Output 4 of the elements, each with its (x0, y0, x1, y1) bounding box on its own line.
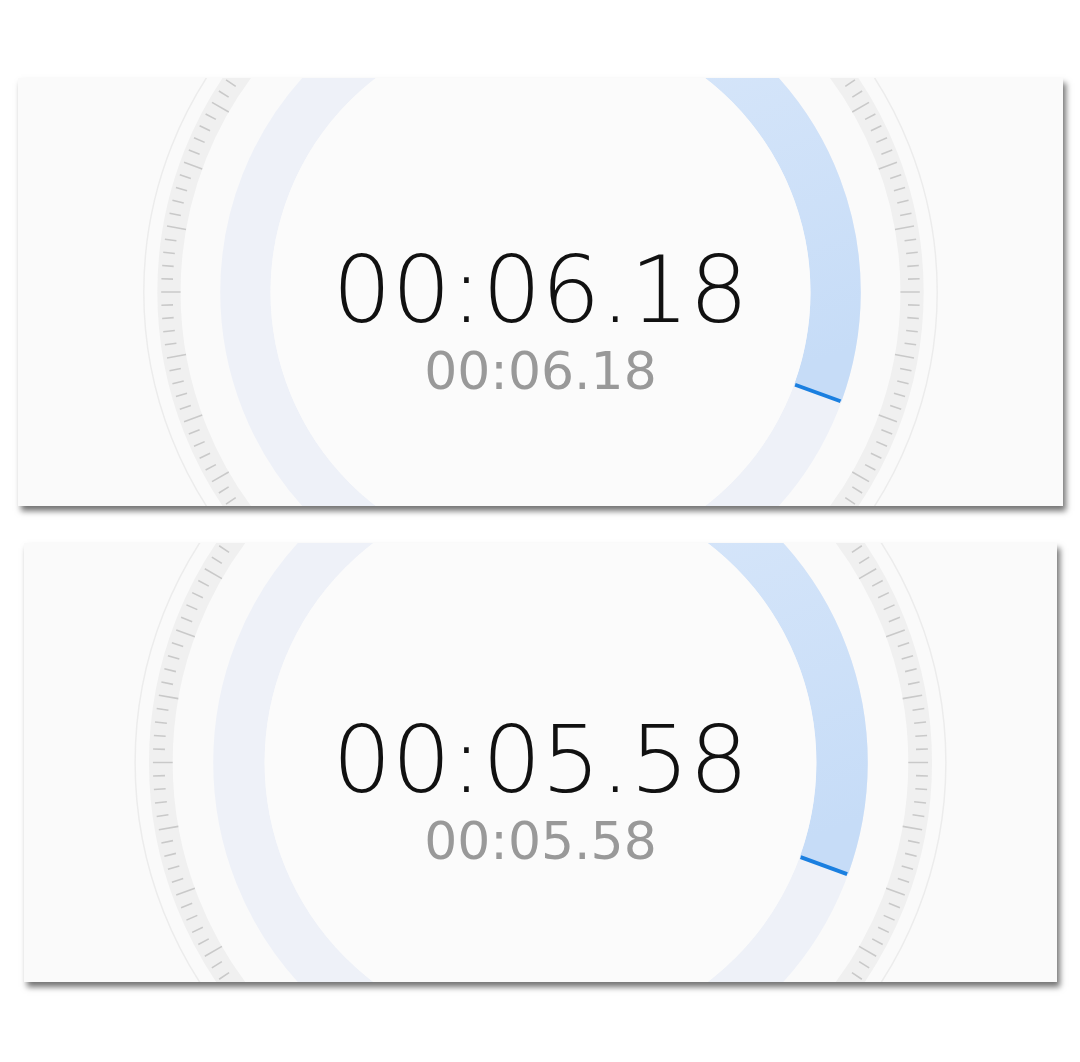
elapsed-time: 00:06.18 (332, 242, 749, 340)
lap-time: 00:06.18 (424, 339, 657, 402)
elapsed-time: 00:05.58 (332, 712, 749, 811)
lap-time: 00:05.58 (424, 810, 657, 873)
